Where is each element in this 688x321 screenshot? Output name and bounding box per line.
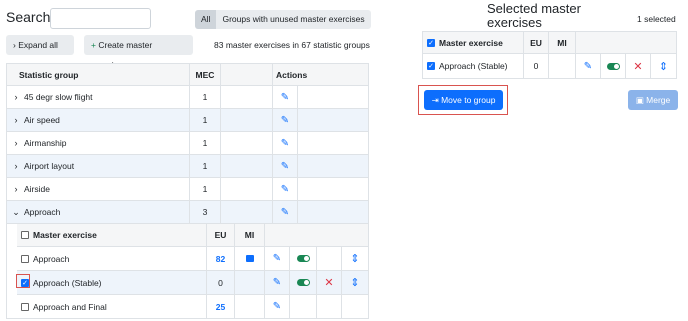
exercise-row-selected[interactable]: ✓ Approach (Stable) 0 ✎ ✕ ⇕ [17, 271, 368, 295]
statistic-groups-table: Statistic group MEC Actions › 45 degr sl… [6, 63, 369, 319]
pencil-icon[interactable]: ✎ [281, 184, 289, 195]
merge-label: Merge [646, 95, 671, 105]
merge-icon: ▣ [635, 95, 644, 105]
group-name: Airside [24, 184, 50, 194]
chevron-right-icon[interactable]: › [11, 138, 21, 148]
group-row-expanded[interactable]: ⌄ Approach 3 ✎ [7, 201, 368, 224]
chevron-right-icon[interactable]: › [11, 115, 21, 125]
exercise-row[interactable]: Approach 82 ✎ ⇕ [17, 247, 368, 271]
row-checkbox[interactable] [21, 302, 29, 311]
filter-all-button[interactable]: All [195, 10, 217, 29]
exercise-eu-link[interactable]: 25 [207, 295, 235, 318]
expand-all-label: Expand all [18, 40, 58, 50]
pencil-icon[interactable]: ✎ [273, 253, 281, 264]
group-name: Approach [24, 207, 61, 217]
expand-all-button[interactable]: › Expand all [6, 35, 74, 55]
group-mec: 1 [190, 132, 221, 154]
pencil-icon[interactable]: ✎ [273, 277, 281, 288]
table-header: Statistic group MEC Actions [7, 64, 368, 86]
row-checkbox[interactable] [21, 254, 29, 263]
delete-x-icon[interactable]: ✕ [324, 276, 333, 289]
delete-x-icon[interactable]: ✕ [633, 60, 642, 73]
header-mi: MI [549, 32, 576, 53]
chevron-right-icon[interactable]: › [11, 92, 21, 102]
move-arrows-icon[interactable]: ⇕ [350, 252, 359, 265]
search-input[interactable] [50, 8, 151, 29]
chevron-down-icon[interactable]: ⌄ [11, 207, 21, 218]
filter-toggle: All Groups with unused master exercises [195, 10, 371, 29]
group-row[interactable]: › Airport layout 1 ✎ [7, 155, 368, 178]
pencil-icon[interactable]: ✎ [281, 138, 289, 149]
header-blank [221, 64, 273, 85]
header-eu: EU [207, 224, 235, 246]
selected-exercise-row[interactable]: ✓ Approach (Stable) 0 ✎ ✕ ⇕ [423, 54, 676, 78]
selected-count: 1 selected [637, 14, 676, 24]
toggle-on-icon[interactable] [296, 255, 310, 262]
summary-text: 83 master exercises in 67 statistic grou… [214, 40, 370, 50]
highlight-box [16, 274, 30, 288]
group-row[interactable]: › 45 degr slow flight 1 ✎ [7, 86, 368, 109]
select-all-checkbox[interactable] [21, 231, 29, 239]
selected-table-header: ✓ Master exercise EU MI [423, 32, 676, 54]
header-eu: EU [524, 32, 549, 53]
group-mec: 3 [190, 201, 221, 223]
exercise-name: Approach (Stable) [33, 277, 102, 288]
exercise-name: Approach [33, 253, 70, 264]
master-exercises-subtable: Master exercise EU MI Approach 82 ✎ ⇕ ✓ … [17, 223, 368, 319]
exercise-eu: 0 [207, 271, 235, 294]
group-mec: 1 [190, 86, 221, 108]
exercise-name: Approach (Stable) [439, 61, 508, 71]
group-name: 45 degr slow flight [24, 92, 93, 102]
pencil-icon[interactable]: ✎ [281, 92, 289, 103]
move-to-group-button[interactable]: ⇥ Move to group [424, 90, 503, 110]
header-actions: Actions [276, 69, 308, 80]
toggle-on-icon[interactable] [606, 62, 620, 70]
move-arrows-icon[interactable]: ⇕ [659, 60, 668, 73]
header-mi: MI [235, 224, 265, 246]
exercise-name: Approach and Final [33, 301, 107, 312]
group-name: Airmanship [24, 138, 67, 148]
group-name: Airport layout [24, 161, 75, 171]
toggle-on-icon[interactable] [296, 279, 310, 286]
group-name: Air speed [24, 115, 60, 125]
chevron-right-icon: › [13, 40, 16, 50]
move-to-group-label: Move to group [441, 95, 496, 105]
move-in-icon: ⇥ [431, 95, 439, 105]
select-all-checkbox-checked[interactable]: ✓ [427, 38, 435, 47]
chevron-right-icon[interactable]: › [11, 184, 21, 194]
create-master-exercise-button[interactable]: + Create master exercise [84, 35, 193, 70]
pencil-icon[interactable]: ✎ [281, 161, 289, 172]
group-row[interactable]: › Air speed 1 ✎ [7, 109, 368, 132]
chevron-right-icon[interactable]: › [11, 161, 21, 171]
subtable-header: Master exercise EU MI [17, 223, 368, 247]
exercise-eu-link[interactable]: 82 [207, 247, 235, 270]
group-mec: 1 [190, 155, 221, 177]
pencil-icon[interactable]: ✎ [273, 301, 281, 312]
pencil-icon[interactable]: ✎ [584, 61, 592, 72]
selected-panel-title: Selected master exercises [487, 1, 581, 30]
search-label: Search: [6, 9, 55, 25]
header-statistic-group: Statistic group [7, 64, 190, 85]
row-checkbox-checked[interactable]: ✓ [427, 62, 435, 70]
merge-button[interactable]: ▣ Merge [628, 90, 678, 110]
pencil-icon[interactable]: ✎ [281, 207, 289, 218]
group-row[interactable]: › Airside 1 ✎ [7, 178, 368, 201]
header-mec: MEC [190, 64, 221, 85]
exercise-eu: 0 [524, 54, 549, 78]
filter-unused-button[interactable]: Groups with unused master exercises [216, 10, 371, 29]
group-mec: 1 [190, 109, 221, 131]
pencil-icon[interactable]: ✎ [281, 115, 289, 126]
header-master-exercise: Master exercise [33, 230, 97, 240]
group-mec: 1 [190, 178, 221, 200]
selected-exercises-table: ✓ Master exercise EU MI ✓ Approach (Stab… [422, 31, 677, 79]
exercise-row[interactable]: Approach and Final 25 ✎ [17, 295, 368, 319]
group-row[interactable]: › Airmanship 1 ✎ [7, 132, 368, 155]
move-arrows-icon[interactable]: ⇕ [350, 276, 359, 289]
image-icon[interactable] [245, 255, 254, 262]
header-master-exercise: Master exercise [439, 37, 503, 48]
plus-icon: + [91, 40, 96, 50]
